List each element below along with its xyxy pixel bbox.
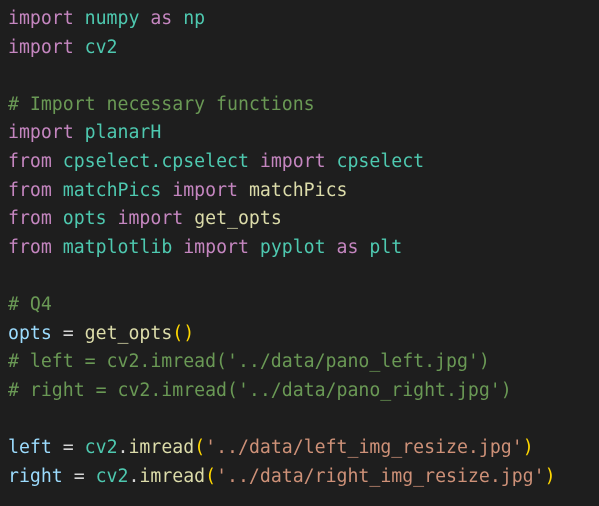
code-token: cv2 (95, 465, 129, 487)
code-token: pyplot (259, 236, 326, 258)
code-token: # Q4 (8, 293, 52, 315)
code-token: import (117, 208, 184, 230)
code-token: # left = cv2.imread('../data/pano_left.j… (8, 351, 490, 373)
code-line[interactable]: import numpy as np (8, 5, 599, 34)
code-line[interactable]: ​ (8, 405, 599, 434)
code-token: imread (139, 465, 206, 487)
code-token: imread (128, 436, 195, 458)
code-token: from (8, 179, 52, 201)
code-line[interactable]: from opts import get_opts (8, 205, 599, 234)
code-token: # right = cv2.imread('../data/pano_right… (8, 379, 512, 401)
code-token: right (8, 465, 63, 487)
code-token: . (117, 436, 129, 458)
code-token: get_opts (194, 208, 282, 230)
code-token: planarH (84, 122, 162, 144)
code-token: # Import necessary functions (8, 93, 315, 115)
code-token: ( (194, 436, 206, 458)
code-token: import (8, 8, 74, 29)
code-token: import (172, 179, 238, 201)
code-token: cpselect.cpselect (62, 150, 249, 172)
code-token: cv2 (84, 436, 118, 458)
code-token: opts (8, 322, 52, 344)
code-token: matchPics (62, 179, 162, 201)
code-token: opts (62, 208, 107, 230)
code-token: from (8, 208, 52, 230)
code-token: import (8, 36, 74, 58)
code-token: '../data/left_img_resize.jpg' (205, 436, 523, 458)
code-line[interactable]: ​ (8, 262, 599, 291)
code-line[interactable]: ​ (8, 62, 599, 91)
code-token: as (336, 236, 359, 258)
code-token: import (259, 150, 326, 172)
code-token: '../data/right_img_resize.jpg' (216, 465, 545, 487)
code-token: cv2 (84, 36, 118, 58)
code-token: () (172, 322, 195, 344)
code-token: ) (522, 436, 534, 458)
code-editor[interactable]: import numpy as npimport cv2​# Import ne… (0, 0, 599, 506)
code-token: ) (544, 465, 556, 487)
code-line[interactable]: from cpselect.cpselect import cpselect (8, 148, 599, 177)
code-token: get_opts (84, 322, 173, 344)
code-token: . (128, 465, 140, 487)
code-token: left (8, 436, 52, 458)
code-token: from (8, 236, 52, 258)
code-token: = (62, 465, 96, 487)
code-token: = (51, 436, 85, 458)
code-line[interactable]: left = cv2.imread('../data/left_img_resi… (8, 434, 599, 463)
code-token: ( (205, 465, 217, 487)
code-line[interactable]: # left = cv2.imread('../data/pano_left.j… (8, 348, 599, 377)
code-token: np (183, 8, 206, 29)
code-line[interactable]: # Q4 (8, 291, 599, 320)
code-token: matchPics (248, 179, 348, 201)
code-token: numpy (84, 8, 140, 29)
code-line[interactable]: import planarH (8, 119, 599, 148)
code-token: cpselect (336, 150, 425, 172)
code-line[interactable]: from matplotlib import pyplot as plt (8, 234, 599, 263)
code-token: = (51, 322, 85, 344)
code-token: matplotlib (62, 236, 173, 258)
code-line[interactable]: import cv2 (8, 34, 599, 63)
code-token: plt (369, 236, 403, 258)
code-line[interactable]: opts = get_opts() (8, 320, 599, 349)
code-line[interactable]: from matchPics import matchPics (8, 177, 599, 206)
code-token: as (150, 8, 173, 29)
code-token: from (8, 150, 52, 172)
code-token: import (183, 236, 249, 258)
code-token: import (8, 122, 74, 144)
code-line[interactable]: right = cv2.imread('../data/right_img_re… (8, 463, 599, 492)
code-line[interactable]: # Import necessary functions (8, 91, 599, 120)
code-line[interactable]: # right = cv2.imread('../data/pano_right… (8, 377, 599, 406)
